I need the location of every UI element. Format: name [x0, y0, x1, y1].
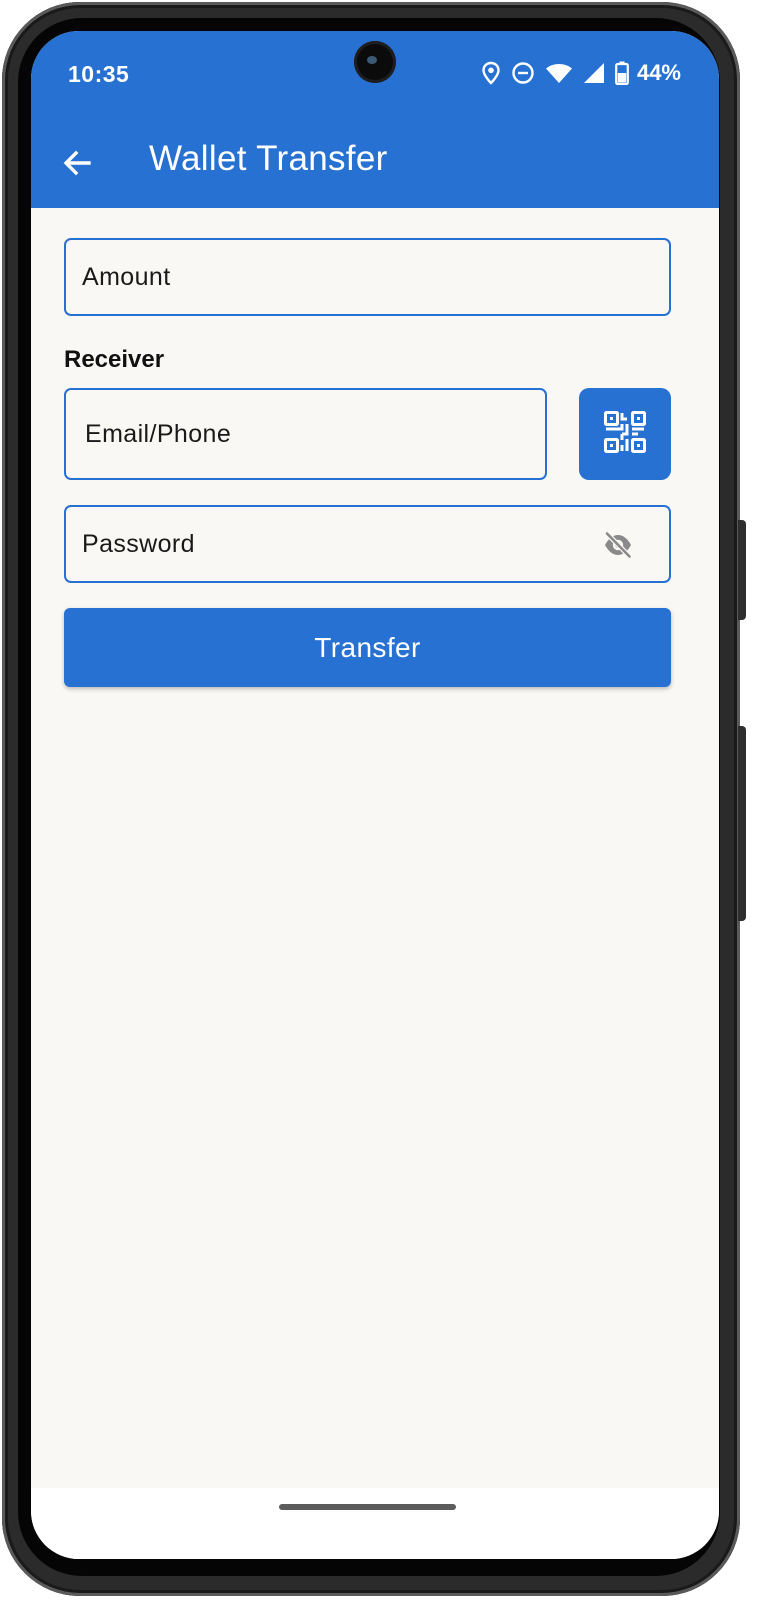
cell-signal-icon — [583, 62, 605, 84]
toolbar: Wallet Transfer — [31, 121, 719, 208]
status-time: 10:35 — [68, 61, 130, 87]
receiver-field-container — [64, 388, 547, 480]
qr-code-scanner-icon — [603, 410, 647, 459]
power-button — [738, 520, 746, 620]
eye-off-icon[interactable] — [603, 531, 633, 559]
receiver-input[interactable] — [66, 390, 545, 478]
status-icons: 44% — [481, 58, 681, 88]
volume-button — [738, 726, 746, 921]
receiver-label: Receiver — [64, 346, 165, 373]
transfer-form: Receiver — [31, 208, 719, 1488]
transfer-button[interactable]: Transfer — [64, 608, 671, 687]
battery-percent: 44% — [636, 60, 681, 85]
page-title: Wallet Transfer — [149, 139, 388, 178]
screen: 10:35 44% Wallet Transfer Amount Receive… — [31, 31, 719, 1559]
password-field-container — [64, 505, 671, 583]
battery-icon — [615, 61, 629, 85]
navigation-bar — [31, 1488, 719, 1559]
status-bar: 10:35 44% — [31, 31, 719, 111]
phone-device: 10:35 44% Wallet Transfer Amount Receive… — [0, 0, 757, 1600]
wifi-icon — [545, 62, 573, 84]
amount-input[interactable] — [66, 240, 669, 314]
back-button[interactable] — [49, 137, 105, 193]
scan-qr-button[interactable] — [579, 388, 671, 480]
password-input[interactable] — [66, 507, 669, 581]
home-indicator[interactable] — [279, 1504, 456, 1510]
do-not-disturb-icon — [511, 61, 535, 85]
front-camera — [354, 41, 396, 83]
arrow-left-icon — [61, 147, 93, 184]
location-icon — [481, 61, 501, 85]
amount-field-container — [64, 238, 671, 316]
app-header: 10:35 44% Wallet Transfer — [31, 31, 719, 208]
